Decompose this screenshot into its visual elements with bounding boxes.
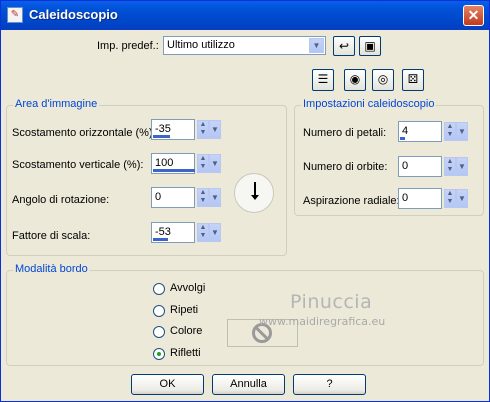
rotation-input[interactable]: 0 [151,187,195,208]
rotation-label: Angolo di rotazione: [12,194,110,206]
petals-spinner[interactable]: 4 ▲ ▼ ▼ [398,121,468,142]
v-offset-bar [153,169,195,172]
proof-button[interactable]: ◉ [344,69,366,91]
radio-circle[interactable] [153,348,165,360]
randomize-button[interactable]: ⚄ [402,69,424,91]
chevron-down-icon[interactable]: ▼ [309,38,324,53]
kaleidoscope-dialog: ✎ Caleidoscopio ✕ Imp. predef.: Ultimo u… [0,0,490,402]
chevron-down-icon[interactable]: ▼ [209,120,221,139]
updown-icon[interactable]: ▲ ▼ [444,189,456,208]
rotation-dial-icon[interactable] [234,173,274,213]
preset-select[interactable]: Ultimo utilizzo ▼ [163,36,326,55]
v-offset-spinner[interactable]: 100 ▲ ▼ ▼ [151,153,221,174]
v-offset-input[interactable]: 100 [151,153,195,174]
chevron-down-icon[interactable]: ▼ [209,223,221,242]
kaleido-title: Impostazioni caleidoscopio [301,98,437,110]
v-offset-label: Scostamento verticale (%): [12,159,144,171]
chevron-down-icon[interactable]: ▼ [456,122,468,141]
radial-input[interactable]: 0 [398,188,442,209]
radial-label: Aspirazione radiale: [303,195,400,207]
updown-icon[interactable]: ▲ ▼ [197,188,209,207]
radial-spinner[interactable]: 0 ▲ ▼ ▼ [398,188,468,209]
h-offset-bar [153,135,170,138]
cancel-button[interactable]: Annulla [212,374,285,395]
radio-selected-dot [157,352,161,356]
layout-icon: ☰ [317,72,329,86]
radio-label: Rifletti [170,347,201,359]
orbits-spinner[interactable]: 0 ▲ ▼ ▼ [398,156,468,177]
updown-icon[interactable]: ▲ ▼ [197,154,209,173]
radio-circle[interactable] [153,283,165,295]
chevron-down-icon[interactable]: ▼ [209,154,221,173]
chevron-down-icon[interactable]: ▼ [456,189,468,208]
updown-icon[interactable]: ▲ ▼ [197,120,209,139]
scale-bar [153,238,168,241]
image-area-title: Area d'immagine [13,98,100,110]
updown-icon[interactable]: ▲ ▼ [444,122,456,141]
chevron-down-icon[interactable]: ▼ [456,157,468,176]
chevron-down-icon[interactable]: ▼ [209,188,221,207]
title-bar[interactable]: ✎ Caleidoscopio ✕ [1,1,489,30]
watermark-name: Pinuccia [290,291,373,313]
eye-icon: ◎ [377,72,389,86]
radio-circle[interactable] [153,326,165,338]
reset-button[interactable]: ↩ [333,36,355,56]
close-button[interactable]: ✕ [463,5,484,26]
layout-button[interactable]: ☰ [312,69,334,91]
eye-hand-icon: ◉ [349,72,361,86]
help-button[interactable]: ? [293,374,366,395]
radio-label: Avvolgi [170,282,206,294]
radio-circle[interactable] [153,305,165,317]
preview-button[interactable]: ◎ [372,69,394,91]
edge-mode-group: Modalità bordo [6,263,484,366]
petals-bar [400,137,405,140]
ok-button[interactable]: OK [131,374,204,395]
preset-label: Imp. predef.: [97,40,159,52]
app-icon: ✎ [7,7,23,23]
petals-label: Numero di petali: [303,127,387,139]
scale-input[interactable]: -53 [151,222,195,243]
h-offset-spinner[interactable]: -35 ▲ ▼ ▼ [151,119,221,140]
preset-value: Ultimo utilizzo [167,39,235,51]
updown-icon[interactable]: ▲ ▼ [444,157,456,176]
h-offset-input[interactable]: -35 [151,119,195,140]
scale-spinner[interactable]: -53 ▲ ▼ ▼ [151,222,221,243]
save-preset-button[interactable]: ▣ [359,36,381,56]
watermark-url: www.maidiregrafica.eu [259,315,386,328]
updown-icon[interactable]: ▲ ▼ [197,223,209,242]
radio-label: Colore [170,325,203,337]
edge-mode-title: Modalità bordo [13,263,90,275]
reset-icon: ↩ [338,39,350,53]
radio-label: Ripeti [170,304,199,316]
petals-input[interactable]: 4 [398,121,442,142]
orbits-label: Numero di orbite: [303,161,388,173]
save-icon: ▣ [364,39,376,53]
window-title: Caleidoscopio [29,7,118,22]
h-offset-label: Scostamento orizzontale (%): [12,127,156,139]
scale-label: Fattore di scala: [12,230,91,242]
orbits-input[interactable]: 0 [398,156,442,177]
dial-needle-tip [251,195,259,200]
rotation-spinner[interactable]: 0 ▲ ▼ ▼ [151,187,221,208]
dice-icon: ⚄ [407,72,419,86]
